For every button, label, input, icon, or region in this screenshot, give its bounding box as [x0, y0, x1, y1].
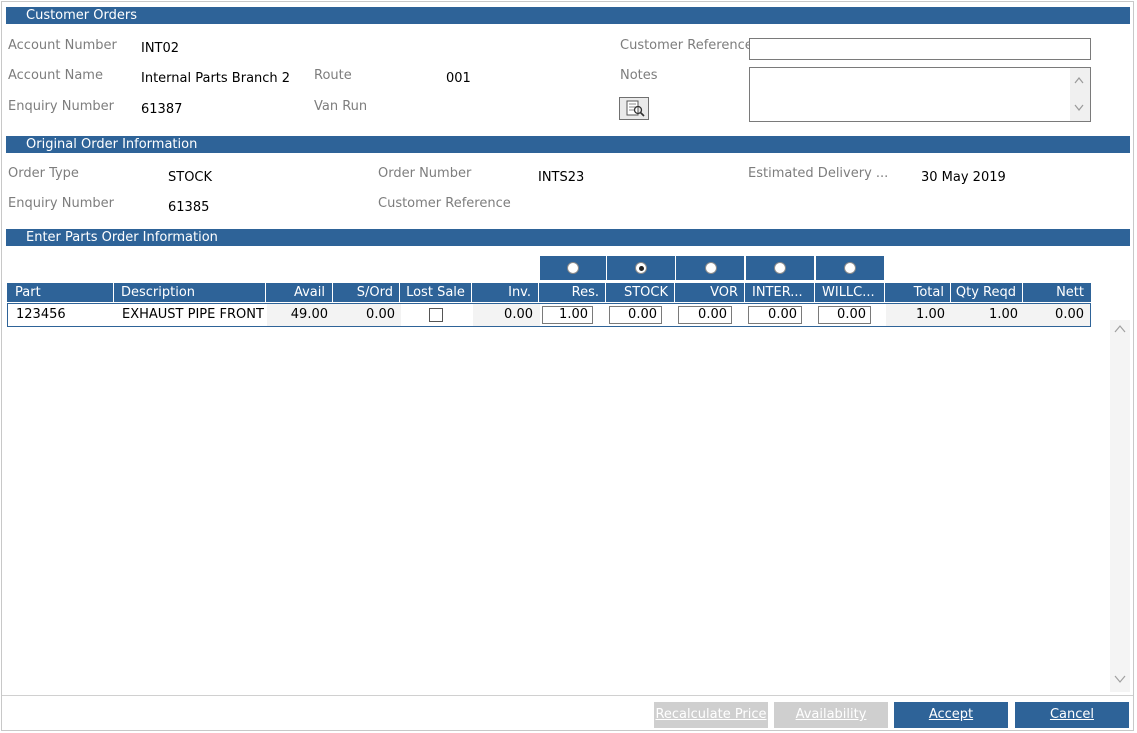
col-avail[interactable]: Avail	[266, 283, 333, 302]
cell-part: 123456	[16, 307, 66, 322]
enquiry-number-value: 61387	[141, 102, 183, 117]
scroll-up-icon[interactable]	[1114, 324, 1126, 334]
cell-s-ord: 0.00	[334, 304, 401, 326]
original-enquiry-number-label: Enquiry Number	[8, 196, 114, 211]
col-inter[interactable]: INTER...	[745, 283, 815, 302]
cell-total: 1.00	[886, 304, 952, 326]
van-run-label: Van Run	[314, 99, 368, 114]
parts-order-header: Enter Parts Order Information	[6, 229, 1130, 246]
route-value: 001	[446, 71, 471, 86]
col-stock[interactable]: STOCK	[606, 283, 675, 302]
customer-reference-input[interactable]	[749, 38, 1091, 60]
col-total[interactable]: Total	[885, 283, 951, 302]
scroll-down-icon[interactable]	[1114, 674, 1126, 684]
cancel-label: Cancel	[1049, 707, 1095, 722]
enquiry-number-label: Enquiry Number	[8, 99, 114, 114]
col-inv[interactable]: Inv.	[472, 283, 539, 302]
cell-inv: 0.00	[473, 304, 540, 326]
cell-avail: 49.00	[267, 304, 334, 326]
accept-button[interactable]: Accept	[894, 702, 1008, 728]
radio-cell-res	[540, 256, 606, 280]
order-type-value: STOCK	[168, 170, 213, 185]
vor-input[interactable]: 0.00	[678, 306, 732, 324]
willc-input[interactable]: 0.00	[818, 306, 871, 324]
grid-scrollbar[interactable]	[1110, 320, 1130, 692]
recalculate-price-button[interactable]: Recalculate Price	[654, 702, 768, 728]
cell-description: EXHAUST PIPE FRONT	[122, 307, 264, 322]
availability-button[interactable]: Availability	[774, 702, 888, 728]
accept-label: Accept	[928, 707, 974, 722]
col-part[interactable]: Part	[7, 283, 114, 302]
col-lost-sale[interactable]: Lost Sale	[400, 283, 472, 302]
radio-cell-inter	[746, 256, 814, 280]
account-number-label: Account Number	[8, 38, 117, 53]
order-type-label: Order Type	[8, 166, 79, 181]
chevron-down-icon[interactable]	[1074, 102, 1084, 112]
order-number-label: Order Number	[378, 166, 472, 181]
notes-label: Notes	[620, 68, 658, 83]
estimated-delivery-value: 30 May 2019	[921, 170, 1006, 185]
radio-willc[interactable]	[844, 262, 856, 274]
original-order-header: Original Order Information	[6, 136, 1130, 153]
account-name-value: Internal Parts Branch 2	[141, 71, 291, 86]
col-willc[interactable]: WILLC...	[815, 283, 885, 302]
cancel-button[interactable]: Cancel	[1015, 702, 1129, 728]
account-name-label: Account Name	[8, 68, 103, 83]
cell-qty-reqd: 1.00	[952, 304, 1024, 326]
original-enquiry-number-value: 61385	[168, 200, 210, 215]
radio-inter[interactable]	[774, 262, 786, 274]
col-nett[interactable]: Nett	[1023, 283, 1091, 302]
notes-lookup-icon	[626, 100, 645, 117]
cell-nett: 0.00	[1024, 304, 1090, 326]
radio-cell-stock	[607, 256, 675, 280]
availability-label: Availability	[795, 707, 867, 722]
customer-orders-header: Customer Orders	[6, 7, 1130, 24]
radio-res[interactable]	[567, 262, 579, 274]
table-row[interactable]: 123456 EXHAUST PIPE FRONT 49.00 0.00 0.0…	[7, 303, 1091, 327]
col-qty-reqd[interactable]: Qty Reqd	[951, 283, 1023, 302]
grid-header: Part Description Avail S/Ord Lost Sale I…	[7, 283, 1091, 302]
radio-cell-willc	[816, 256, 884, 280]
account-number-value: INT02	[141, 41, 180, 56]
footer-divider	[2, 695, 1133, 696]
estimated-delivery-label: Estimated Delivery ...	[748, 166, 889, 181]
customer-reference-label: Customer Reference	[620, 38, 753, 53]
lost-sale-checkbox[interactable]	[429, 308, 443, 322]
col-res[interactable]: Res.	[539, 283, 606, 302]
col-description[interactable]: Description	[114, 283, 266, 302]
res-input[interactable]: 1.00	[542, 306, 593, 324]
radio-cell-vor	[676, 256, 744, 280]
recalculate-price-label: Recalculate Price	[655, 707, 767, 722]
col-s-ord[interactable]: S/Ord	[333, 283, 400, 302]
notes-scrollbar[interactable]	[1070, 68, 1090, 121]
original-customer-reference-label: Customer Reference	[378, 196, 511, 211]
notes-textarea[interactable]	[749, 67, 1091, 122]
order-number-value: INTS23	[538, 170, 585, 185]
cell-lost-sale	[401, 304, 473, 326]
route-label: Route	[314, 68, 352, 83]
col-vor[interactable]: VOR	[675, 283, 745, 302]
chevron-up-icon[interactable]	[1074, 76, 1084, 86]
stock-input[interactable]: 0.00	[609, 306, 662, 324]
radio-stock[interactable]	[635, 262, 647, 274]
inter-input[interactable]: 0.00	[748, 306, 802, 324]
notes-lookup-button[interactable]	[619, 97, 649, 120]
radio-vor[interactable]	[705, 262, 717, 274]
